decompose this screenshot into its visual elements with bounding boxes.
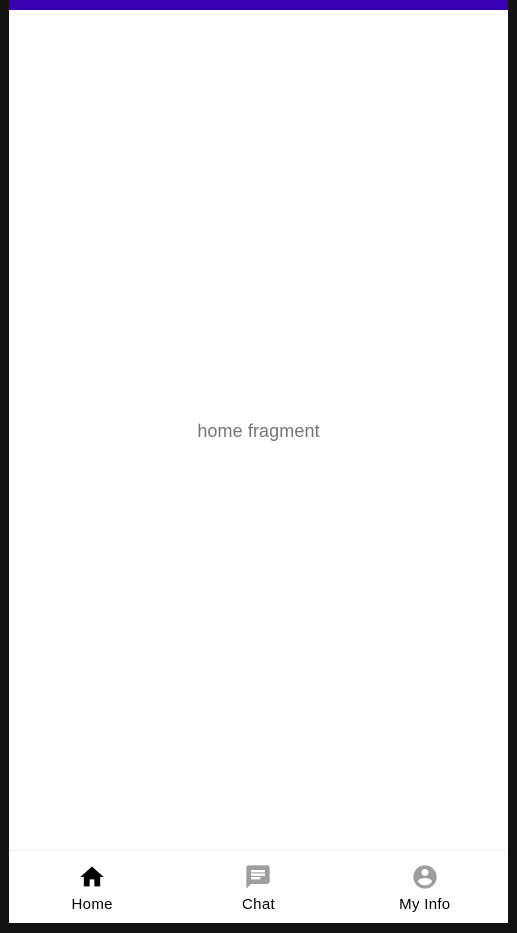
nav-item-chat[interactable]: Chat <box>175 851 341 923</box>
nav-label-home: Home <box>71 896 113 913</box>
app-screen: home fragment Home Chat My Info <box>9 0 508 923</box>
status-bar <box>9 0 508 10</box>
nav-item-home[interactable]: Home <box>9 851 175 923</box>
home-icon <box>80 866 104 887</box>
nav-item-my-info[interactable]: My Info <box>342 851 508 923</box>
account-icon <box>413 865 437 889</box>
nav-label-my-info: My Info <box>399 896 451 913</box>
home-fragment-container: home fragment <box>9 10 508 851</box>
chat-icon <box>246 865 271 889</box>
home-fragment-text: home fragment <box>197 421 320 441</box>
bottom-navigation: Home Chat My Info <box>9 850 508 923</box>
nav-label-chat: Chat <box>242 896 275 913</box>
